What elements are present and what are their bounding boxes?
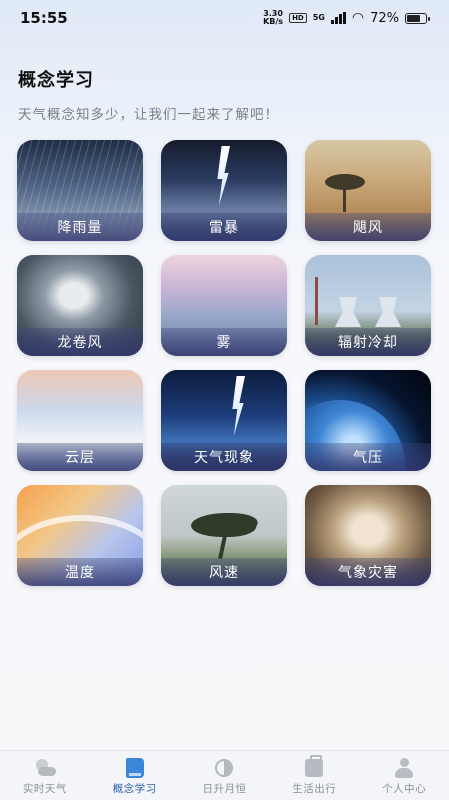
tab-concept-learning[interactable]: 概念学习 bbox=[95, 757, 175, 796]
card-label: 雷暴 bbox=[161, 213, 287, 241]
card-label: 雾 bbox=[161, 328, 287, 356]
card-label: 温度 bbox=[17, 558, 143, 586]
concept-card-fog[interactable]: 雾 bbox=[161, 255, 287, 356]
signal-icon bbox=[330, 12, 346, 24]
battery-icon bbox=[405, 12, 430, 24]
concept-card-air-pressure[interactable]: 气压 bbox=[305, 370, 431, 471]
network-speed: 3.30 KB/s bbox=[263, 10, 283, 26]
card-label: 龙卷风 bbox=[17, 328, 143, 356]
card-label: 天气现象 bbox=[161, 443, 287, 471]
card-label: 气压 bbox=[305, 443, 431, 471]
luggage-icon bbox=[303, 755, 325, 779]
network-speed-unit: KB/s bbox=[263, 17, 284, 26]
moon-icon bbox=[213, 757, 235, 779]
tab-label: 概念学习 bbox=[112, 783, 157, 795]
hd-badge: HD bbox=[289, 13, 307, 23]
concept-grid: 降雨量 雷暴 飓风 龙卷风 雾 辐射冷却 云层 天气现象 气压 温度 风速 气象… bbox=[17, 140, 431, 586]
concept-card-hurricane[interactable]: 飓风 bbox=[305, 140, 431, 241]
tab-personal-center[interactable]: 个人中心 bbox=[364, 757, 444, 796]
card-label: 辐射冷却 bbox=[305, 328, 431, 356]
book-icon bbox=[124, 757, 146, 779]
page-subtitle: 天气概念知多少，让我们一起来了解吧！ bbox=[18, 107, 279, 123]
tab-label: 个人中心 bbox=[382, 783, 427, 795]
status-time: 15:55 bbox=[20, 9, 68, 27]
card-label: 气象灾害 bbox=[305, 558, 431, 586]
tab-life-travel[interactable]: 生活出行 bbox=[274, 755, 354, 796]
concept-card-weather-phenomena[interactable]: 天气现象 bbox=[161, 370, 287, 471]
concept-card-meteorological-disaster[interactable]: 气象灾害 bbox=[305, 485, 431, 586]
person-icon bbox=[393, 757, 415, 779]
card-label: 云层 bbox=[17, 443, 143, 471]
bottom-tab-bar: 实时天气 概念学习 日升月恒 生活出行 个人中心 bbox=[0, 750, 449, 800]
concept-card-tornado[interactable]: 龙卷风 bbox=[17, 255, 143, 356]
tab-label: 日升月恒 bbox=[202, 783, 247, 795]
card-label: 风速 bbox=[161, 558, 287, 586]
card-label: 飓风 bbox=[305, 213, 431, 241]
concept-card-cloud-layer[interactable]: 云层 bbox=[17, 370, 143, 471]
status-icons: 3.30 KB/s HD 5G ◠ 72% bbox=[263, 10, 430, 26]
tab-realtime-weather[interactable]: 实时天气 bbox=[5, 757, 85, 796]
wifi-icon: ◠ bbox=[351, 10, 365, 26]
tab-label: 生活出行 bbox=[292, 783, 337, 795]
tab-sun-moon[interactable]: 日升月恒 bbox=[184, 757, 264, 796]
sun-cloud-icon bbox=[34, 757, 56, 779]
tab-label: 实时天气 bbox=[22, 783, 67, 795]
concept-card-rainfall[interactable]: 降雨量 bbox=[17, 140, 143, 241]
concept-card-thunderstorm[interactable]: 雷暴 bbox=[161, 140, 287, 241]
battery-percent: 72% bbox=[370, 10, 399, 26]
network-type: 5G bbox=[312, 13, 325, 22]
concept-card-wind-speed[interactable]: 风速 bbox=[161, 485, 287, 586]
concept-card-radiative-cooling[interactable]: 辐射冷却 bbox=[305, 255, 431, 356]
page-title: 概念学习 bbox=[18, 70, 94, 91]
status-bar: 15:55 3.30 KB/s HD 5G ◠ 72% bbox=[0, 0, 449, 36]
card-label: 降雨量 bbox=[17, 213, 143, 241]
concept-card-temperature[interactable]: 温度 bbox=[17, 485, 143, 586]
battery-fill bbox=[407, 14, 420, 22]
